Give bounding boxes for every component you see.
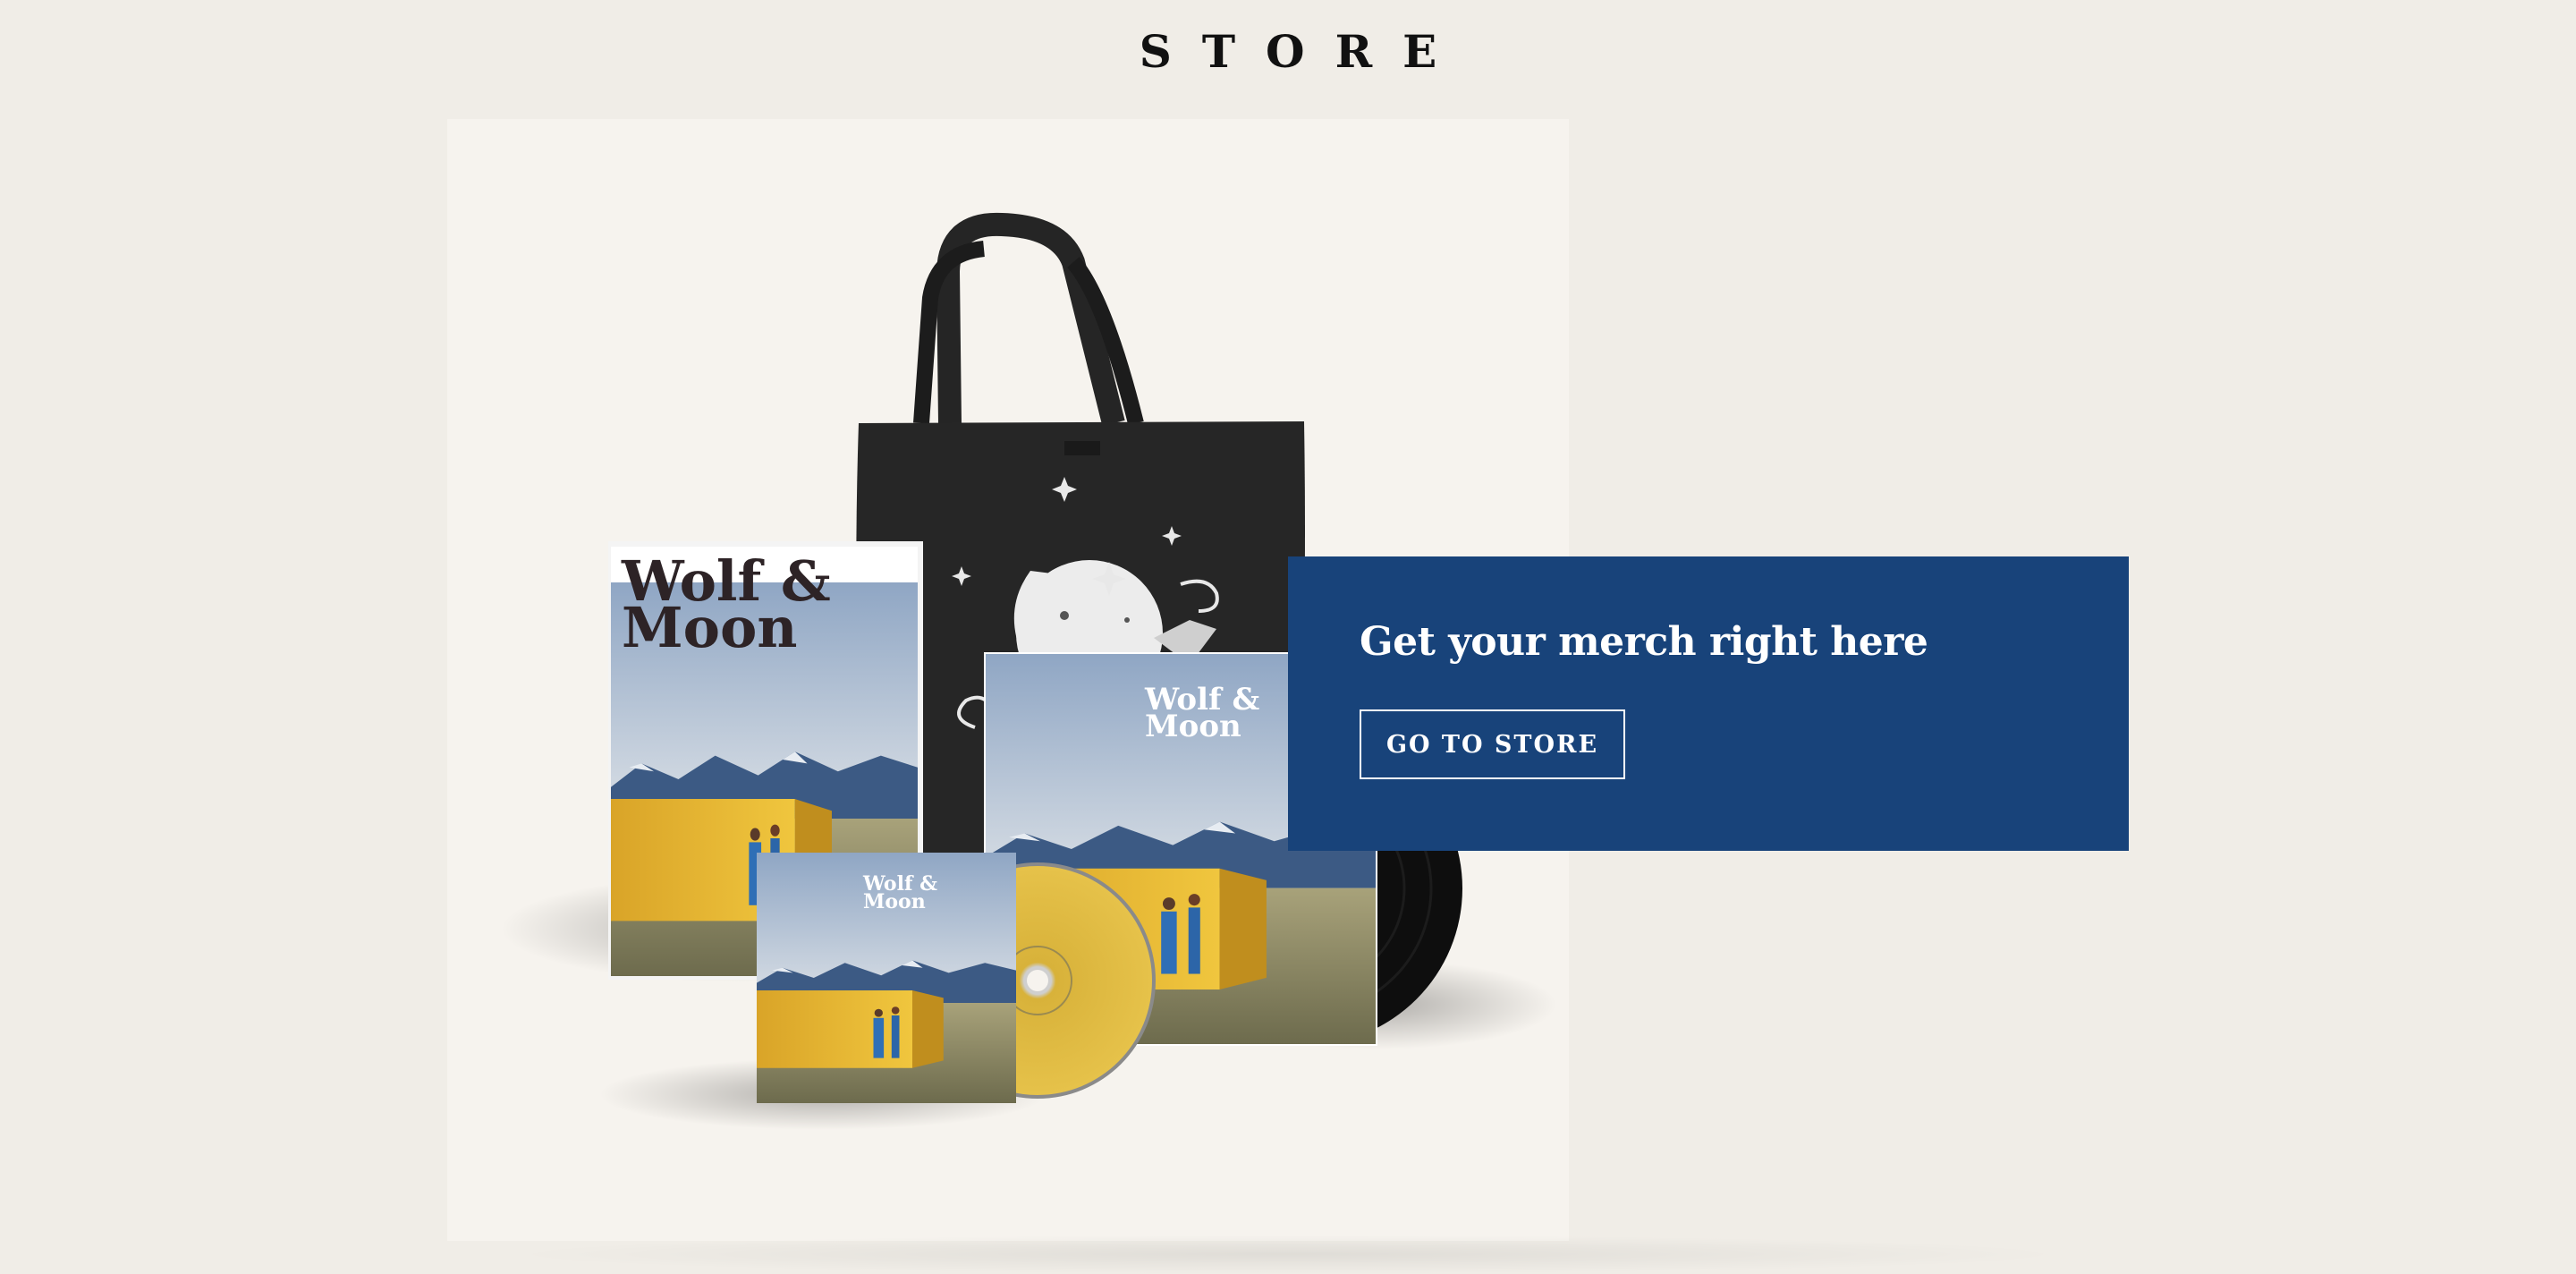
cd-logo-line2: Moon [863,890,926,913]
promo-heading: Get your merch right here [1360,619,1928,665]
magazine-logo-line2: Moon [622,595,797,660]
page-title: STORE [1139,25,1468,78]
vinyl-logo-line2: Moon [1145,709,1241,744]
frame-shadow [501,1235,2075,1274]
merch-promo-panel: Get your merch right here GO TO STORE [1288,556,2129,851]
go-to-store-button[interactable]: GO TO STORE [1360,709,1625,779]
